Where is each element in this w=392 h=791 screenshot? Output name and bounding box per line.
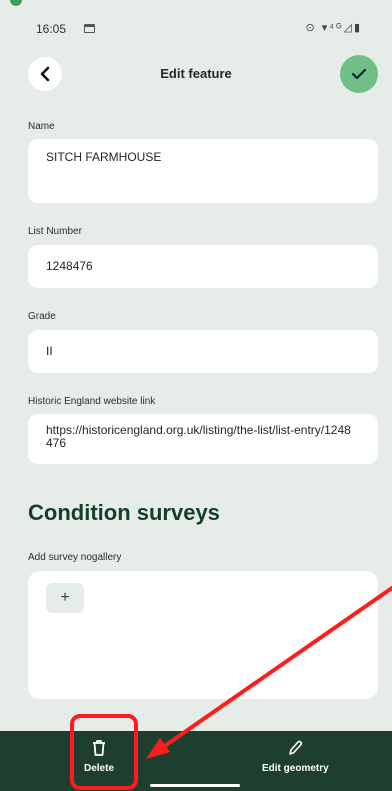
edit-geometry-label: Edit geometry [262,763,329,774]
save-button[interactable] [340,55,378,93]
delete-button[interactable]: Delete [84,739,114,774]
calendar-icon [84,24,95,33]
top-bar: Edit feature [0,52,392,96]
grade-field[interactable]: II [28,330,378,373]
website-link-field[interactable]: https://historicengland.org.uk/listing/t… [28,414,378,464]
list-number-label: List Number [28,226,82,237]
gallery-label: Add survey nogallery [28,552,122,563]
website-link-label: Historic England website link [28,396,156,407]
list-number-field[interactable]: 1248476 [28,245,378,288]
delete-label: Delete [84,763,115,774]
section-title: Condition surveys [28,500,220,525]
trash-icon [93,740,105,756]
bottom-toolbar: Delete Edit geometry [0,731,392,791]
status-bar: 16:05 ⊙ ▾⁴ᴳ◿▮ [0,0,392,44]
status-time: 16:05 [36,22,67,36]
grade-label: Grade [28,311,56,322]
status-dot [10,0,22,6]
pencil-icon [289,740,303,755]
edit-geometry-button[interactable]: Edit geometry [262,739,329,774]
survey-gallery: + [28,571,378,699]
home-indicator [150,784,240,787]
check-icon [351,68,367,80]
name-label: Name [28,121,55,132]
status-icons: ⊙ ▾⁴ᴳ◿▮ [305,22,362,34]
add-survey-button[interactable]: + [46,583,84,613]
name-field[interactable]: SITCH FARMHOUSE [28,139,378,203]
page-title: Edit feature [160,66,232,81]
